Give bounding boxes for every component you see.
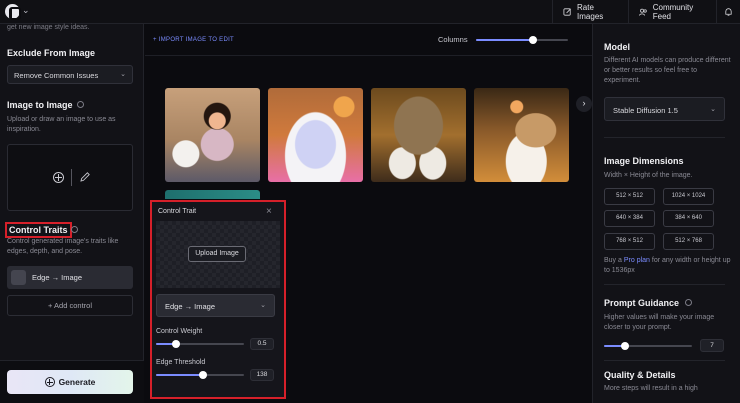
prompt-guidance-label: Prompt Guidance bbox=[604, 298, 680, 308]
divider bbox=[604, 284, 725, 285]
dimensions-title: Image Dimensions bbox=[604, 156, 684, 166]
control-trait-title: Control Trait bbox=[158, 208, 197, 215]
chevron-down-icon: ⌄ bbox=[710, 106, 716, 113]
generate-button[interactable]: Generate bbox=[7, 370, 133, 394]
prompt-guidance-desc: Higher values will make your image close… bbox=[604, 314, 715, 331]
generated-image-cat-cafe[interactable] bbox=[474, 88, 569, 182]
generate-label: Generate bbox=[58, 377, 96, 387]
generated-image-cat-coffee[interactable] bbox=[371, 88, 466, 182]
community-feed-button[interactable]: Community Feed bbox=[628, 0, 716, 24]
columns-slider-thumb[interactable] bbox=[529, 36, 538, 44]
pencil-icon[interactable] bbox=[79, 171, 91, 183]
control-item-label: Edge → Image bbox=[32, 273, 83, 282]
notifications-button[interactable] bbox=[716, 0, 740, 24]
model-desc: Different AI models can produce differen… bbox=[604, 57, 731, 84]
exclude-title: Exclude From Image bbox=[7, 48, 96, 58]
model-select-value: Stable Diffusion 1.5 bbox=[613, 106, 678, 115]
dimension-option[interactable]: 512 × 768 bbox=[663, 233, 714, 250]
dimension-option[interactable]: 640 × 384 bbox=[604, 210, 655, 227]
canvas-header: + IMPORT IMAGE TO EDIT Columns bbox=[145, 24, 592, 56]
image-dropzone[interactable] bbox=[7, 144, 133, 211]
image-to-image-title: Image to Image bbox=[7, 100, 84, 110]
users-icon bbox=[639, 8, 647, 16]
generate-bar: Generate bbox=[0, 360, 144, 403]
plus-circle-icon bbox=[44, 377, 55, 387]
chevron-down-icon[interactable]: ⌄ bbox=[22, 5, 30, 16]
edge-threshold-value[interactable]: 138 bbox=[250, 369, 274, 381]
next-arrow-button[interactable]: › bbox=[576, 96, 592, 112]
control-traits-title: Control Traits bbox=[5, 222, 72, 238]
dimension-option[interactable]: 384 × 640 bbox=[663, 210, 714, 227]
exclude-select[interactable]: Remove Common Issues ⌄ bbox=[7, 65, 133, 84]
dimensions-desc: Width × Height of the image. bbox=[604, 172, 693, 179]
edge-threshold-fill bbox=[156, 374, 203, 376]
columns-slider[interactable] bbox=[476, 36, 568, 44]
control-item-edge[interactable]: Edge → Image bbox=[7, 266, 133, 289]
pencil-square-icon bbox=[563, 8, 571, 16]
image-to-image-desc: Upload or draw an image to use as inspir… bbox=[7, 116, 116, 133]
divider bbox=[604, 137, 725, 138]
pro-plan-link[interactable]: Pro plan bbox=[624, 257, 650, 264]
chevron-down-icon: ⌄ bbox=[120, 71, 126, 78]
rate-images-label: Rate Images bbox=[577, 3, 604, 21]
prompt-guidance-title: Prompt Guidance bbox=[604, 298, 693, 308]
columns-slider-fill bbox=[476, 39, 534, 41]
app-logo[interactable] bbox=[5, 4, 21, 20]
control-weight-label: Control Weight bbox=[156, 328, 203, 335]
quality-desc: More steps will result in a high bbox=[604, 385, 698, 392]
generated-image-girl-rabbit[interactable] bbox=[165, 88, 260, 182]
generated-image-cat-cup[interactable] bbox=[268, 88, 363, 182]
control-image-preview[interactable]: Upload Image bbox=[156, 221, 280, 288]
prompt-guidance-thumb[interactable] bbox=[621, 342, 629, 350]
control-weight-slider[interactable] bbox=[156, 340, 244, 348]
import-image-link[interactable]: + IMPORT IMAGE TO EDIT bbox=[153, 37, 234, 43]
exclude-select-value: Remove Common Issues bbox=[14, 71, 99, 80]
info-icon[interactable] bbox=[76, 101, 84, 109]
top-bar: ⌄ Rate Images Community Feed bbox=[0, 0, 740, 24]
dimension-option[interactable]: 512 × 512 bbox=[604, 188, 655, 205]
rate-images-button[interactable]: Rate Images bbox=[552, 0, 628, 24]
close-icon[interactable]: × bbox=[266, 206, 272, 217]
pro-note-prefix: Buy a bbox=[604, 257, 624, 264]
chevron-down-icon: ⌄ bbox=[260, 302, 266, 309]
divider bbox=[604, 360, 725, 361]
edge-threshold-thumb[interactable] bbox=[199, 371, 207, 379]
control-thumbnail bbox=[11, 270, 26, 285]
control-weight-value[interactable]: 0.5 bbox=[250, 338, 274, 350]
pro-plan-note: Buy a Pro plan for any width or height u… bbox=[604, 256, 732, 276]
control-traits-desc: Control generated image's traits like ed… bbox=[7, 238, 119, 255]
left-sidebar: get new image style ideas. Exclude From … bbox=[0, 24, 144, 403]
edge-threshold-label: Edge Threshold bbox=[156, 359, 206, 366]
generated-image-partial[interactable] bbox=[165, 190, 260, 199]
add-image-icon[interactable] bbox=[53, 172, 64, 183]
edge-threshold-slider[interactable] bbox=[156, 371, 244, 379]
cutoff-text: get new image style ideas. bbox=[7, 24, 90, 31]
add-control-button[interactable]: + Add control bbox=[7, 295, 133, 316]
bell-icon bbox=[725, 8, 732, 16]
control-weight-thumb[interactable] bbox=[172, 340, 180, 348]
community-feed-label: Community Feed bbox=[652, 3, 694, 21]
dimension-option[interactable]: 1024 × 1024 bbox=[663, 188, 714, 205]
model-title: Model bbox=[604, 42, 630, 52]
divider bbox=[71, 169, 72, 186]
prompt-guidance-slider[interactable] bbox=[604, 342, 692, 350]
info-icon[interactable] bbox=[71, 226, 78, 233]
info-icon[interactable] bbox=[685, 299, 693, 307]
model-select[interactable]: Stable Diffusion 1.5 ⌄ bbox=[604, 97, 725, 121]
upload-image-button[interactable]: Upload Image bbox=[188, 246, 246, 262]
right-sidebar: Model Different AI models can produce di… bbox=[592, 24, 740, 403]
dimension-option[interactable]: 768 × 512 bbox=[604, 233, 655, 250]
control-type-select[interactable]: Edge → Image ⌄ bbox=[156, 294, 275, 317]
columns-label: Columns bbox=[438, 35, 468, 44]
quality-title: Quality & Details bbox=[604, 370, 676, 380]
prompt-guidance-value[interactable]: 7 bbox=[700, 339, 724, 352]
image-to-image-label: Image to Image bbox=[7, 100, 73, 110]
control-trait-panel: Control Trait × Upload Image Edge → Imag… bbox=[150, 200, 286, 399]
control-type-value: Edge → Image bbox=[165, 302, 216, 311]
